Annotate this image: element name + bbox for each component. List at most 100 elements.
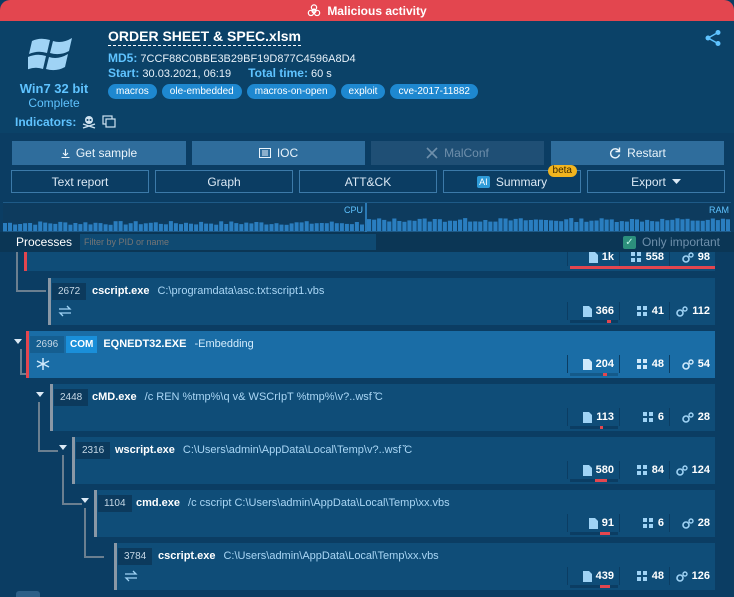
gears-icon [681,252,694,263]
activity-bar [244,222,249,231]
activity-bar [33,224,38,231]
tag[interactable]: macros-on-open [246,84,336,99]
registry-stat: 41 [619,302,669,320]
activity-bar [229,221,234,231]
files-count: 1k [601,252,614,263]
indicators: Indicators: [15,115,116,129]
process-name: cmd.exe/c cscript C:\Users\admin\AppData… [136,495,450,512]
activity-bar [209,223,214,231]
process-name: cMD.exe/c REN %tmp%\q v& WSCrIpT %tmp%\v… [92,389,383,406]
files-count: 366 [595,305,614,317]
biohazard-icon [308,3,321,16]
process-row[interactable]: 3784 cscript.exe C:\Users\admin\AppData\L… [114,543,715,590]
chevron-down-icon [671,179,681,184]
row-marker [26,331,29,378]
process-row[interactable]: 1k 558 98 [24,252,715,271]
registry-icon [636,464,647,475]
tag[interactable]: exploit [340,84,386,99]
get-sample-button[interactable]: Get sample [12,141,186,165]
activity-bar [538,219,543,231]
row-marker [48,278,51,325]
registry-stat: 6 [619,408,669,426]
ioc-button[interactable]: IOC [192,141,365,165]
process-pid: 2672 [52,283,87,300]
start-value: 30.03.2021, 06:19 [142,68,232,80]
expand-toggle-icon[interactable] [59,445,67,450]
only-important-toggle[interactable]: ✓ Only important [622,235,720,249]
process-stats: 439 48 126 [567,567,715,588]
activity-bar [463,218,468,231]
expand-toggle-icon[interactable] [14,339,22,344]
row-marker [94,490,97,537]
export-button[interactable]: Export [587,170,725,193]
activity-bar [604,219,609,231]
activity-bar [344,223,349,231]
activity-bar [549,220,554,231]
summary-button[interactable]: AI Summary beta [443,165,581,193]
process-filter-input[interactable] [80,234,376,250]
skull-icon[interactable] [82,115,96,129]
process-row[interactable]: 2316 wscript.exe C:\Users\admin\AppData\L… [72,437,715,484]
restart-button[interactable]: Restart [551,141,724,165]
activity-bar [83,222,88,231]
modules-stat: 112 [669,302,715,320]
activity-bar [629,219,634,231]
ioc-label: IOC [276,146,299,160]
file-title[interactable]: ORDER SHEET & SPEC.xlsm [108,28,301,46]
activity-bar [179,224,183,231]
modules-stat: 28 [669,514,715,532]
summary-label: Summary [495,174,548,189]
activity-bar [569,218,574,231]
activity-bar [665,220,670,231]
activity-bar [650,221,655,231]
row-marker [114,543,117,590]
share-icon[interactable] [704,29,722,47]
tag[interactable]: cve-2017-11882 [390,84,478,99]
activity-bar [690,220,695,231]
start-label: Start: [108,66,140,80]
process-stats: 580 84 124 [567,461,715,482]
activity-bar [43,222,48,231]
registry-count: 41 [651,305,664,317]
activity-bar [309,223,314,231]
modules-stat: 124 [669,461,715,479]
activity-bar [483,220,488,231]
process-row[interactable]: 2672 cscript.exe C:\programdata\asc.txt:s… [48,278,715,325]
file-icon [588,252,598,263]
expand-toggle-icon[interactable] [81,498,89,503]
text-report-button[interactable]: Text report [11,170,149,193]
activity-bar [680,219,685,231]
tag[interactable]: macros [108,84,157,99]
process-stats: 113 6 28 [567,408,715,429]
activity-underline [570,426,618,429]
files-stat: 113 [567,408,619,429]
process-exe: cscript.exe [158,550,216,562]
resize-handle[interactable] [16,591,40,597]
registry-icon [636,570,647,581]
checkbox-icon[interactable]: ✓ [622,235,636,249]
process-row[interactable]: 1104 cmd.exe/c cscript C:\Users\admin\Ap… [94,490,715,537]
activity-bar [559,221,564,231]
activity-bar [533,219,538,231]
beta-badge: beta [547,165,577,177]
gears-icon [681,517,694,529]
process-exe: cmd.exe [136,497,181,509]
tag[interactable]: ole-embedded [161,84,242,99]
tree-line [62,455,64,505]
cpu-label: CPU [344,205,364,215]
processes-header: Processes ✓ Only important [0,232,734,252]
activity-underline [570,585,618,588]
malconf-button[interactable]: MalConf [371,141,544,165]
expand-toggle-icon[interactable] [36,392,44,397]
windows-stack-icon[interactable] [102,115,116,129]
modules-count: 112 [692,305,710,317]
graph-button[interactable]: Graph [155,170,293,193]
file-icon [582,464,592,476]
process-row[interactable]: 2696 COM EQNEDT32.EXE -Embedding 204 48 54 [26,331,715,378]
activity-bar [508,220,513,231]
attck-button[interactable]: ATT&CK [299,170,437,193]
process-args: C:\Users\admin\AppData\Local\Temp\xx.vbs [223,550,439,562]
process-row[interactable]: 2448 cMD.exe/c REN %tmp%\q v& WSCrIpT %t… [50,384,715,431]
ram-graph [367,218,730,231]
activity-bar [304,221,309,231]
